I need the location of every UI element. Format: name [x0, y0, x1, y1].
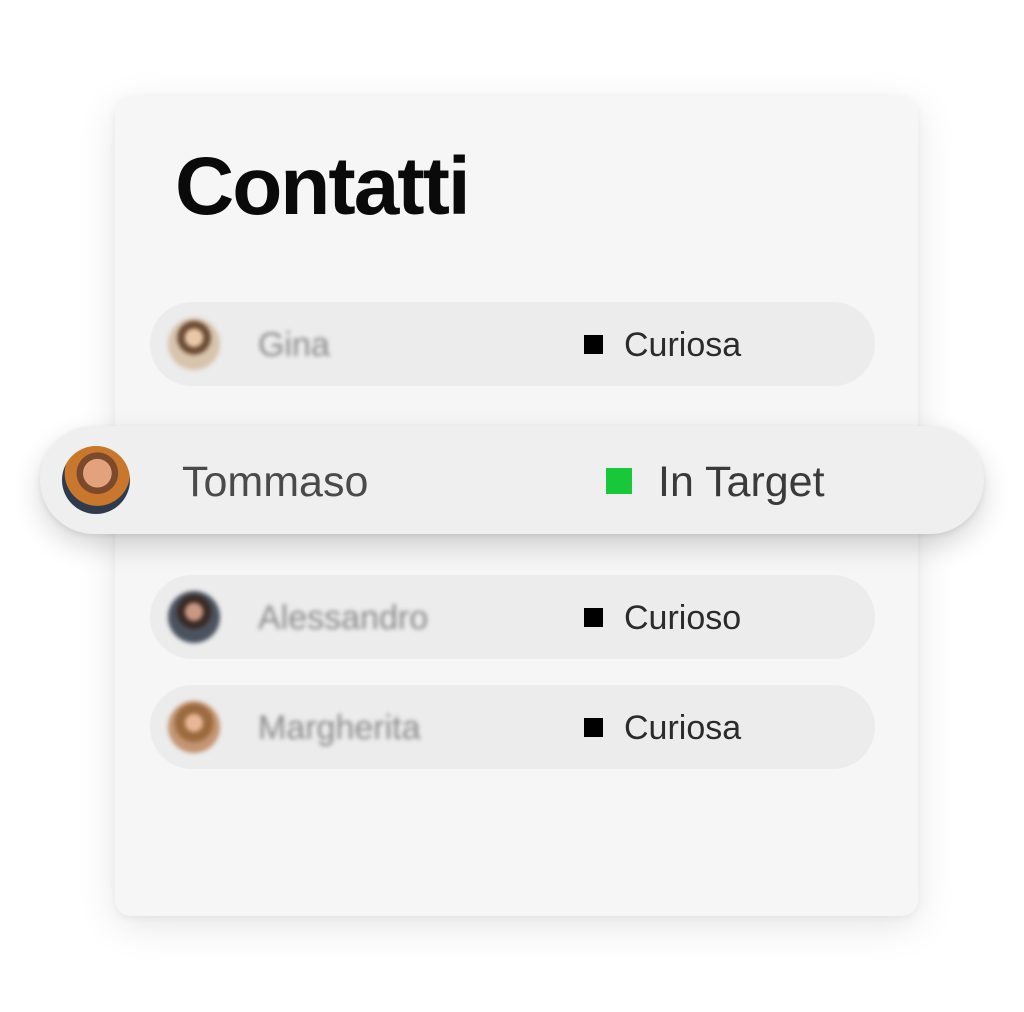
- status-indicator-icon: [606, 468, 632, 494]
- status-indicator-icon: [584, 335, 603, 354]
- contact-name: Tommaso: [182, 458, 369, 506]
- contact-row-tommaso[interactable]: Tommaso In Target: [40, 426, 984, 534]
- page-title: Contatti: [175, 141, 471, 232]
- status-indicator-icon: [584, 608, 603, 627]
- contact-status: In Target: [658, 458, 825, 506]
- avatar-tommaso: [62, 446, 130, 514]
- avatar-alessandro: [168, 591, 220, 643]
- avatar-gina: [168, 318, 220, 370]
- contact-name: Margherita: [258, 709, 421, 747]
- contact-name: Gina: [258, 326, 330, 364]
- contact-row-gina[interactable]: Gina Curiosa: [150, 302, 875, 386]
- contact-name: Alessandro: [258, 599, 429, 637]
- contact-row-alessandro[interactable]: Alessandro Curioso: [150, 575, 875, 659]
- stage: Contatti Gina Curiosa Tommaso In Target …: [0, 0, 1024, 1012]
- avatar-margherita: [168, 701, 220, 753]
- contact-status: Curiosa: [624, 326, 742, 364]
- contact-status: Curiosa: [624, 709, 742, 747]
- status-indicator-icon: [584, 718, 603, 737]
- contact-row-margherita[interactable]: Margherita Curiosa: [150, 685, 875, 769]
- contact-status: Curioso: [624, 599, 742, 637]
